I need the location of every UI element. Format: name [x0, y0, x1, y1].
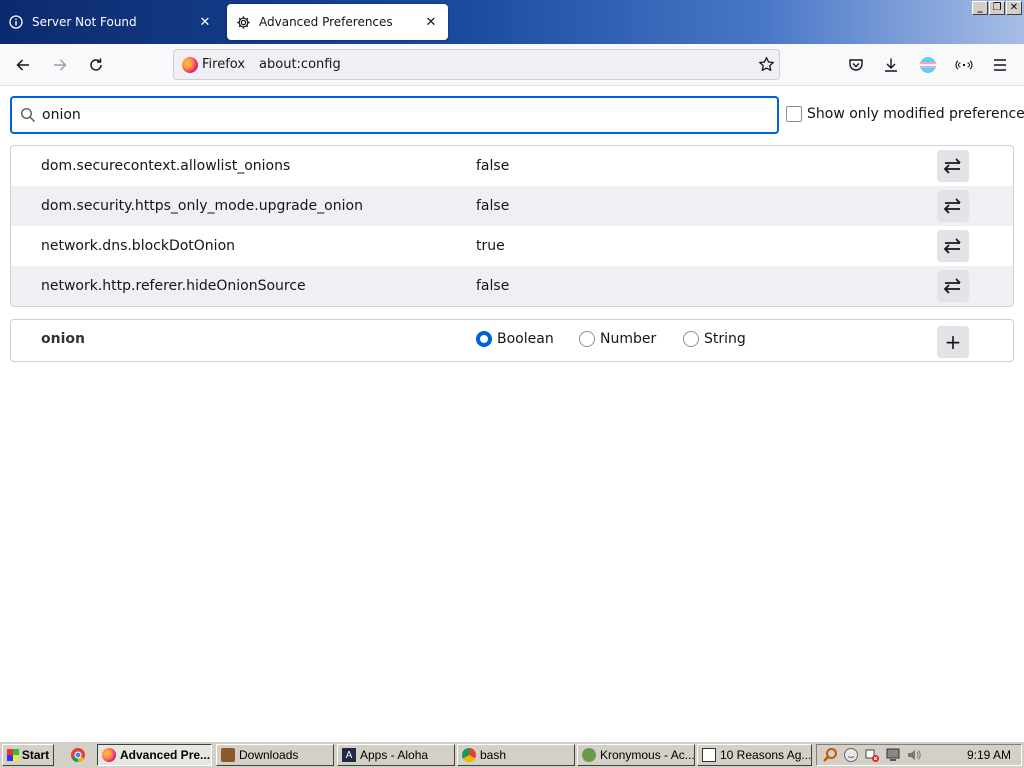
- back-button[interactable]: [8, 50, 38, 80]
- forward-arrow-icon: [54, 59, 67, 71]
- toggle-button[interactable]: [937, 230, 969, 262]
- url-text[interactable]: about:config: [259, 57, 753, 72]
- table-row[interactable]: dom.securecontext.allowlist_onions false: [11, 146, 1013, 186]
- close-tab-icon[interactable]: ✕: [422, 13, 440, 31]
- downloads-folder-icon: [221, 748, 235, 762]
- radio-selected-icon: [476, 331, 492, 347]
- downloads-icon[interactable]: [876, 50, 906, 80]
- clock: 9:19 AM: [966, 748, 1011, 762]
- checkbox[interactable]: [786, 106, 802, 122]
- radio-label: Number: [600, 331, 657, 347]
- radio-unselected-icon: [683, 331, 699, 347]
- search-icon: [20, 107, 36, 123]
- os-taskbar: Start Advanced Pre... Downloads A Apps -…: [0, 741, 1024, 768]
- task-label: Advanced Pre...: [120, 748, 211, 762]
- task-bash[interactable]: bash: [457, 744, 575, 766]
- chrome-icon[interactable]: [70, 747, 86, 763]
- search-input[interactable]: [42, 98, 777, 132]
- pref-name: dom.security.https_only_mode.upgrade_oni…: [41, 198, 363, 214]
- close-tab-icon[interactable]: ✕: [196, 13, 214, 31]
- show-modified-label: Show only modified preferences: [807, 106, 1024, 122]
- table-row[interactable]: dom.security.https_only_mode.upgrade_oni…: [11, 186, 1013, 226]
- radio-number[interactable]: Number: [579, 331, 656, 347]
- tab-strip: Server Not Found ✕ Advanced Preferences …: [0, 0, 1024, 44]
- tab-label: Advanced Preferences: [259, 15, 393, 29]
- task-label: 10 Reasons Ag...: [720, 748, 812, 762]
- show-modified-checkbox[interactable]: Show only modified preferences: [786, 106, 1024, 122]
- close-window-button[interactable]: ✕: [1006, 1, 1022, 15]
- window-icon: [702, 748, 716, 762]
- add-preference-row: onion Boolean Number String +: [10, 319, 1014, 362]
- identity-label: Firefox: [202, 57, 246, 72]
- restore-button[interactable]: ❐: [989, 1, 1005, 15]
- swap-arrows-icon: [944, 158, 961, 174]
- task-label: Downloads: [239, 748, 299, 762]
- navigation-toolbar: Firefox about:config: [0, 44, 1024, 86]
- windows-logo-icon: [6, 749, 19, 761]
- task-kronymous[interactable]: Kronymous - Ac...: [577, 744, 695, 766]
- start-label: Start: [21, 748, 50, 762]
- tab-server-not-found[interactable]: Server Not Found ✕: [0, 4, 222, 40]
- task-label: Kronymous - Ac...: [600, 748, 695, 762]
- firefox-logo-icon: [182, 56, 198, 73]
- pref-value[interactable]: false: [476, 278, 509, 294]
- add-button[interactable]: +: [937, 326, 969, 358]
- account-avatar-icon[interactable]: [913, 50, 943, 80]
- radio-label: Boolean: [497, 331, 554, 347]
- computer-icon[interactable]: [885, 747, 901, 763]
- swap-arrows-icon: [944, 238, 961, 254]
- new-pref-name: onion: [41, 331, 85, 347]
- pref-value[interactable]: true: [476, 238, 505, 254]
- swap-arrows-icon: [944, 278, 961, 294]
- reload-icon: [90, 58, 102, 71]
- network-error-icon[interactable]: [864, 747, 880, 763]
- aloha-icon: A: [342, 748, 356, 762]
- back-arrow-icon: [16, 59, 29, 71]
- preference-search-box[interactable]: [10, 96, 779, 134]
- bookmark-star-icon[interactable]: [753, 52, 779, 78]
- table-row[interactable]: network.http.referer.hideOnionSource fal…: [11, 266, 1013, 306]
- task-label: Apps - Aloha: [360, 748, 429, 762]
- pref-name: network.http.referer.hideOnionSource: [41, 278, 306, 294]
- toggle-button[interactable]: [937, 190, 969, 222]
- pref-name: dom.securecontext.allowlist_onions: [41, 158, 291, 174]
- table-row[interactable]: network.dns.blockDotOnion true: [11, 226, 1013, 266]
- start-button[interactable]: Start: [2, 744, 54, 766]
- firefox-logo-icon: [102, 748, 116, 762]
- task-label: bash: [480, 748, 507, 762]
- extension-icon[interactable]: [949, 50, 979, 80]
- forward-button[interactable]: [45, 50, 75, 80]
- pref-name: network.dns.blockDotOnion: [41, 238, 236, 254]
- task-advanced-preferences[interactable]: Advanced Pre...: [97, 744, 212, 766]
- toggle-button[interactable]: [937, 270, 969, 302]
- pocket-icon[interactable]: [841, 50, 871, 80]
- smiley-icon[interactable]: [843, 747, 859, 763]
- radio-label: String: [704, 331, 746, 347]
- chrome-icon: [462, 748, 476, 762]
- menu-hamburger-icon[interactable]: [985, 50, 1015, 80]
- url-bar[interactable]: Firefox about:config: [173, 49, 780, 80]
- system-tray: 9:19 AM: [816, 744, 1022, 766]
- kronymous-icon: [582, 748, 596, 762]
- tab-advanced-preferences[interactable]: Advanced Preferences ✕: [227, 4, 448, 40]
- magnifier-icon[interactable]: [822, 747, 838, 763]
- preferences-table: dom.securecontext.allowlist_onions false…: [10, 145, 1014, 307]
- info-icon: [8, 14, 24, 30]
- pref-value[interactable]: false: [476, 198, 509, 214]
- pref-value[interactable]: false: [476, 158, 509, 174]
- radio-boolean[interactable]: Boolean: [476, 331, 554, 347]
- reload-button[interactable]: [81, 50, 111, 80]
- gear-icon: [235, 14, 251, 30]
- task-downloads[interactable]: Downloads: [216, 744, 334, 766]
- minimize-button[interactable]: _: [972, 1, 988, 15]
- swap-arrows-icon: [944, 198, 961, 214]
- radio-unselected-icon: [579, 331, 595, 347]
- task-10-reasons[interactable]: 10 Reasons Ag...: [697, 744, 812, 766]
- identity-box[interactable]: Firefox: [174, 50, 253, 79]
- radio-string[interactable]: String: [683, 331, 746, 347]
- volume-icon[interactable]: [906, 747, 922, 763]
- task-apps-aloha[interactable]: A Apps - Aloha: [337, 744, 455, 766]
- tab-label: Server Not Found: [32, 15, 137, 29]
- toggle-button[interactable]: [937, 150, 969, 182]
